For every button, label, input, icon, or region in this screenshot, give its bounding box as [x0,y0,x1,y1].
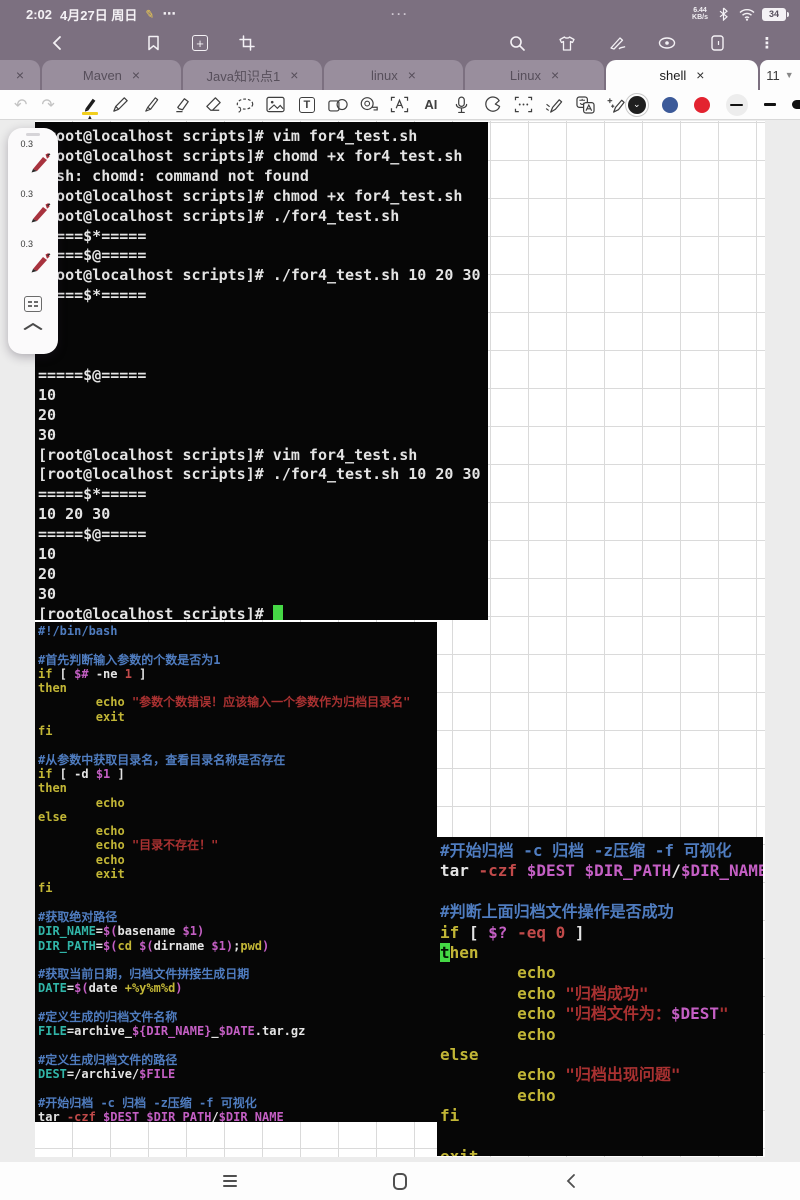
tab-partial[interactable]: × [0,60,40,90]
search-icon[interactable] [508,34,526,52]
tab-close-icon[interactable]: × [551,67,559,83]
ai-tool[interactable]: AI [420,93,442,117]
device-tablet-icon[interactable] [708,34,726,52]
tab-close-icon[interactable]: × [16,67,24,83]
panel-drag-handle[interactable] [26,133,40,136]
script-screenshot-right[interactable]: #开始归档 -c 归档 -z压缩 -f 可视化tar -czf $DEST $D… [437,837,763,1156]
undo-button[interactable]: ↶ [14,95,27,115]
annotate-pen-icon[interactable] [608,34,626,52]
chevron-down-icon: ▼ [785,70,794,80]
system-nav-bar [0,1162,800,1200]
tab-1[interactable]: Java知识点1 × [183,60,322,90]
tab-close-icon[interactable]: × [132,67,140,83]
script-screenshot-left[interactable]: #!/bin/bash #首先判断输入参数的个数是否为1if [ $# -ne … [35,622,437,1122]
terminal-screenshot-1[interactable]: [root@localhost scripts]# vim for4_test.… [35,122,488,620]
tab-close-icon[interactable]: × [290,67,298,83]
pen-settings-icon[interactable] [24,296,42,312]
stroke-width-thin[interactable] [764,103,776,105]
redo-button[interactable]: ↷ [41,95,54,115]
theme-skin-icon[interactable] [558,34,576,52]
edit-toolbar: ↶ ↷ ▲ [0,90,800,120]
tab-bar: × Maven × Java知识点1 × linux × Linux × shell × 11 ▼ [0,58,800,90]
text-tool[interactable]: T [296,93,318,117]
stroke-width-selected[interactable] [726,94,748,116]
tab-label: linux [371,68,398,83]
view-mode-eye-icon[interactable] [658,34,676,52]
tab-label: Java知识点1 [207,66,281,85]
nav-back-icon[interactable] [560,1171,580,1191]
stroke-width-thick[interactable] [792,100,800,109]
add-page-icon[interactable]: + [192,35,208,51]
tab-close-icon[interactable]: × [696,67,704,83]
translate-tool[interactable] [575,93,597,117]
pen-size-label: 0.3 [21,139,53,149]
screenshot-crop-icon[interactable] [238,34,256,52]
home-icon[interactable] [390,1171,410,1191]
pen-icon [27,150,53,174]
insert-image-tool[interactable] [265,93,287,117]
collapse-panel-icon[interactable] [23,321,42,333]
highlighter-tool[interactable] [172,93,194,117]
handwriting-recognize-tool[interactable] [389,93,411,117]
tab-label: Linux [510,68,541,83]
pages-grid-icon[interactable] [96,34,114,52]
note-canvas[interactable]: [root@localhost scripts]# vim for4_test.… [0,121,800,1162]
camera-cutout-dots: ··· [0,7,800,21]
pen-preset[interactable]: 0.3 [14,238,53,288]
more-menu-icon[interactable]: ⋮ [758,34,776,52]
pen-icon [27,200,53,224]
tab-label: shell [660,68,687,83]
app-nav-bar: + ⋮ [0,28,800,58]
tab-close-icon[interactable]: × [408,67,416,83]
magic-beautify-tool[interactable] [606,93,628,117]
pen-preset[interactable]: 0.3 [14,138,53,188]
recents-icon[interactable] [220,1171,240,1191]
status-bar: 2:02 4月27日 周日 ✎ ⋯ ··· 6.44 KB/s 34 [0,0,800,28]
tab-4[interactable]: shell × [606,60,758,90]
pen-tool-active[interactable]: ▲ [79,93,101,117]
pen-size-label: 0.3 [21,239,53,249]
smart-pen-tool[interactable] [544,93,566,117]
tab-0[interactable]: Maven × [42,60,181,90]
screen: 2:02 4月27日 周日 ✎ ⋯ ··· 6.44 KB/s 34 [0,0,800,1200]
pen-list: 0.3 0.3 0.3 [14,138,53,288]
chevron-down-icon: ⌄ [633,99,641,110]
back-icon[interactable] [48,34,66,52]
tape-tool[interactable] [358,93,380,117]
ocr-scan-tool[interactable] [513,93,535,117]
tab-3[interactable]: Linux × [465,60,604,90]
bookmark-icon[interactable] [144,34,162,52]
microphone-tool[interactable] [451,93,473,117]
laser-pointer-tool[interactable] [482,93,504,117]
tab-strip: Maven × Java知识点1 × linux × Linux × shell × [42,60,760,90]
page-count-dropdown[interactable]: 11 ▼ [760,60,800,90]
color-swatch-selected-black[interactable]: ⌄ [628,96,646,114]
pen-preset[interactable]: 0.3 [14,188,53,238]
color-swatch-blue[interactable] [662,97,678,113]
color-swatch-red[interactable] [694,97,710,113]
pencil-tool[interactable] [110,93,132,117]
lasso-select-tool[interactable] [234,93,256,117]
pen-icon [27,250,53,274]
shapes-tool[interactable] [327,93,349,117]
eraser-tool[interactable] [203,93,225,117]
floating-pen-panel[interactable]: 0.3 0.3 0.3 [8,128,58,354]
tab-label: Maven [83,68,122,83]
pen-size-label: 0.3 [21,189,53,199]
battery-indicator: 34 [762,8,786,21]
fineliner-tool[interactable] [141,93,163,117]
tab-2[interactable]: linux × [324,60,463,90]
